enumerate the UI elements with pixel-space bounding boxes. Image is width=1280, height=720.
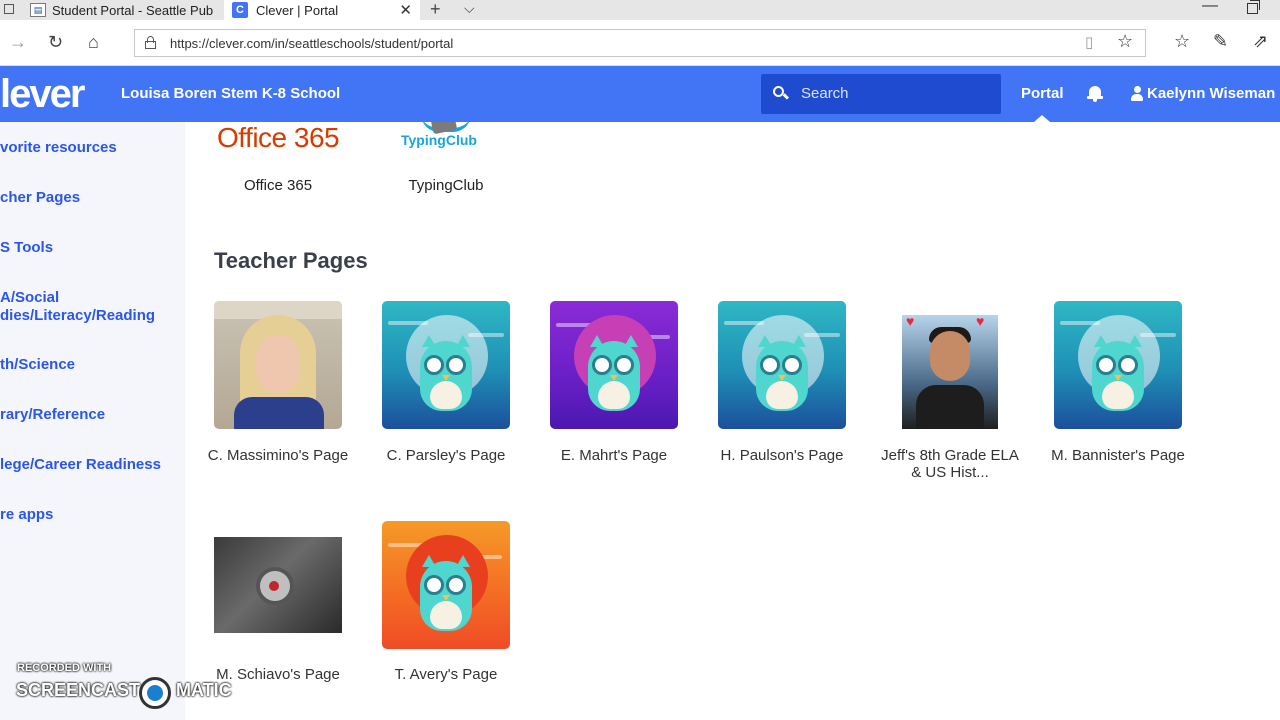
document-icon: ▤ xyxy=(30,3,46,17)
sidebar-item-label: dies/Literacy/Reading xyxy=(0,307,156,324)
url-text[interactable]: https://clever.com/in/seattleschools/stu… xyxy=(170,36,453,51)
search-input[interactable]: Search xyxy=(761,74,1001,114)
portal-link[interactable]: Portal xyxy=(1021,85,1064,102)
search-icon xyxy=(773,86,790,100)
sidebar-item-library-reference[interactable]: rary/Reference xyxy=(0,406,105,424)
tab-title: Clever | Portal xyxy=(256,2,339,18)
bell-icon[interactable] xyxy=(1087,85,1103,103)
tab-list-chevron-icon[interactable]: ⌵ xyxy=(464,0,475,17)
teacher-page-label[interactable]: E. Mahrt's Page xyxy=(540,447,688,464)
sidebar-item-teacher-pages[interactable]: cher Pages xyxy=(0,189,80,207)
screencast-logo-icon xyxy=(139,677,171,709)
owl-icon[interactable] xyxy=(382,521,510,649)
share-icon[interactable]: ⇗ xyxy=(1253,31,1268,52)
resource-label-office-365[interactable]: Office 365 xyxy=(214,177,342,194)
minimize-icon[interactable]: — xyxy=(1202,0,1218,15)
restore-window-icon[interactable] xyxy=(1247,0,1260,14)
teacher-page-label[interactable]: H. Paulson's Page xyxy=(708,447,856,464)
home-icon[interactable]: ⌂ xyxy=(88,32,99,53)
active-indicator xyxy=(1034,115,1050,122)
user-icon[interactable] xyxy=(1131,86,1143,102)
school-name[interactable]: Louisa Boren Stem K-8 School xyxy=(121,85,340,102)
typingclub-logo[interactable]: TypingClub xyxy=(401,132,477,148)
browser-tab-strip: ▤ Student Portal - Seattle Pub C Clever … xyxy=(0,0,1280,20)
forward-icon[interactable]: → xyxy=(9,32,27,53)
heart-icon: ♥ xyxy=(906,313,915,329)
user-name[interactable]: Kaelynn Wiseman xyxy=(1147,85,1275,102)
teacher-page-tile[interactable]: ♥ ♥ xyxy=(886,301,1014,429)
heart-icon: ♥ xyxy=(976,313,985,329)
resource-label-typingclub[interactable]: TypingClub xyxy=(382,177,510,194)
section-title-teacher-pages: Teacher Pages xyxy=(214,248,368,273)
tab-title: Student Portal - Seattle Pub xyxy=(52,2,214,18)
sidebar-item-tools[interactable]: S Tools xyxy=(0,239,53,257)
sidebar-item-college-career[interactable]: lege/Career Readiness xyxy=(0,456,161,474)
search-placeholder: Search xyxy=(801,85,849,102)
reading-view-icon[interactable]: ▯ xyxy=(1085,33,1093,51)
favorite-star-icon[interactable]: ☆ xyxy=(1117,31,1133,52)
sidebar-item-more-apps[interactable]: re apps xyxy=(0,506,53,524)
favorites-hub-icon[interactable]: ☆ xyxy=(1174,31,1190,52)
teacher-page-label[interactable]: T. Avery's Page xyxy=(372,666,520,683)
teacher-page-label[interactable]: M. Bannister's Page xyxy=(1044,447,1192,464)
owl-icon[interactable] xyxy=(718,301,846,429)
clever-logo[interactable]: lever xyxy=(0,74,85,114)
teacher-page-label[interactable]: Jeff's 8th Grade ELA & US Hist... xyxy=(876,447,1024,481)
owl-icon[interactable] xyxy=(550,301,678,429)
new-tab-icon[interactable]: + xyxy=(430,0,441,20)
clever-header: lever Louisa Boren Stem K-8 School Searc… xyxy=(0,66,1280,122)
close-tab-icon[interactable]: ✕ xyxy=(399,1,412,19)
pen-notes-icon[interactable]: ✎ xyxy=(1213,31,1228,52)
main-content: Office 365 Office 365 TypingClub TypingC… xyxy=(185,122,1280,720)
tab-student-portal[interactable]: ▤ Student Portal - Seattle Pub xyxy=(0,0,222,20)
address-bar[interactable]: https://clever.com/in/seattleschools/stu… xyxy=(134,29,1146,57)
watermark-right-text: MATIC xyxy=(176,680,232,700)
owl-icon[interactable] xyxy=(382,301,510,429)
refresh-icon[interactable]: ↻ xyxy=(48,32,63,53)
owl-icon[interactable] xyxy=(1054,301,1182,429)
sidebar: vorite resources cher Pages S Tools A/So… xyxy=(0,122,185,720)
watermark-left-text: SCREENCAST xyxy=(16,680,141,700)
watermark-top-text: RECORDED WITH xyxy=(17,662,112,674)
teacher-page-tile[interactable] xyxy=(214,537,342,633)
tab-clever-portal[interactable]: C Clever | Portal ✕ xyxy=(224,0,420,20)
lock-icon xyxy=(145,36,156,49)
teacher-page-label[interactable]: C. Massimino's Page xyxy=(204,447,352,464)
teacher-page-label[interactable]: C. Parsley's Page xyxy=(372,447,520,464)
teacher-page-tile[interactable] xyxy=(214,301,342,429)
browser-navbar: → ↻ ⌂ https://clever.com/in/seattleschoo… xyxy=(0,20,1280,66)
clever-favicon-icon: C xyxy=(232,2,248,18)
sidebar-item-ela-social-studies[interactable]: A/Social dies/Literacy/Reading xyxy=(0,289,155,325)
sidebar-item-math-science[interactable]: th/Science xyxy=(0,356,75,374)
sidebar-item-favorite-resources[interactable]: vorite resources xyxy=(0,139,117,157)
sidebar-item-label: A/Social xyxy=(0,289,60,306)
office-365-logo[interactable]: Office 365 xyxy=(217,122,340,154)
